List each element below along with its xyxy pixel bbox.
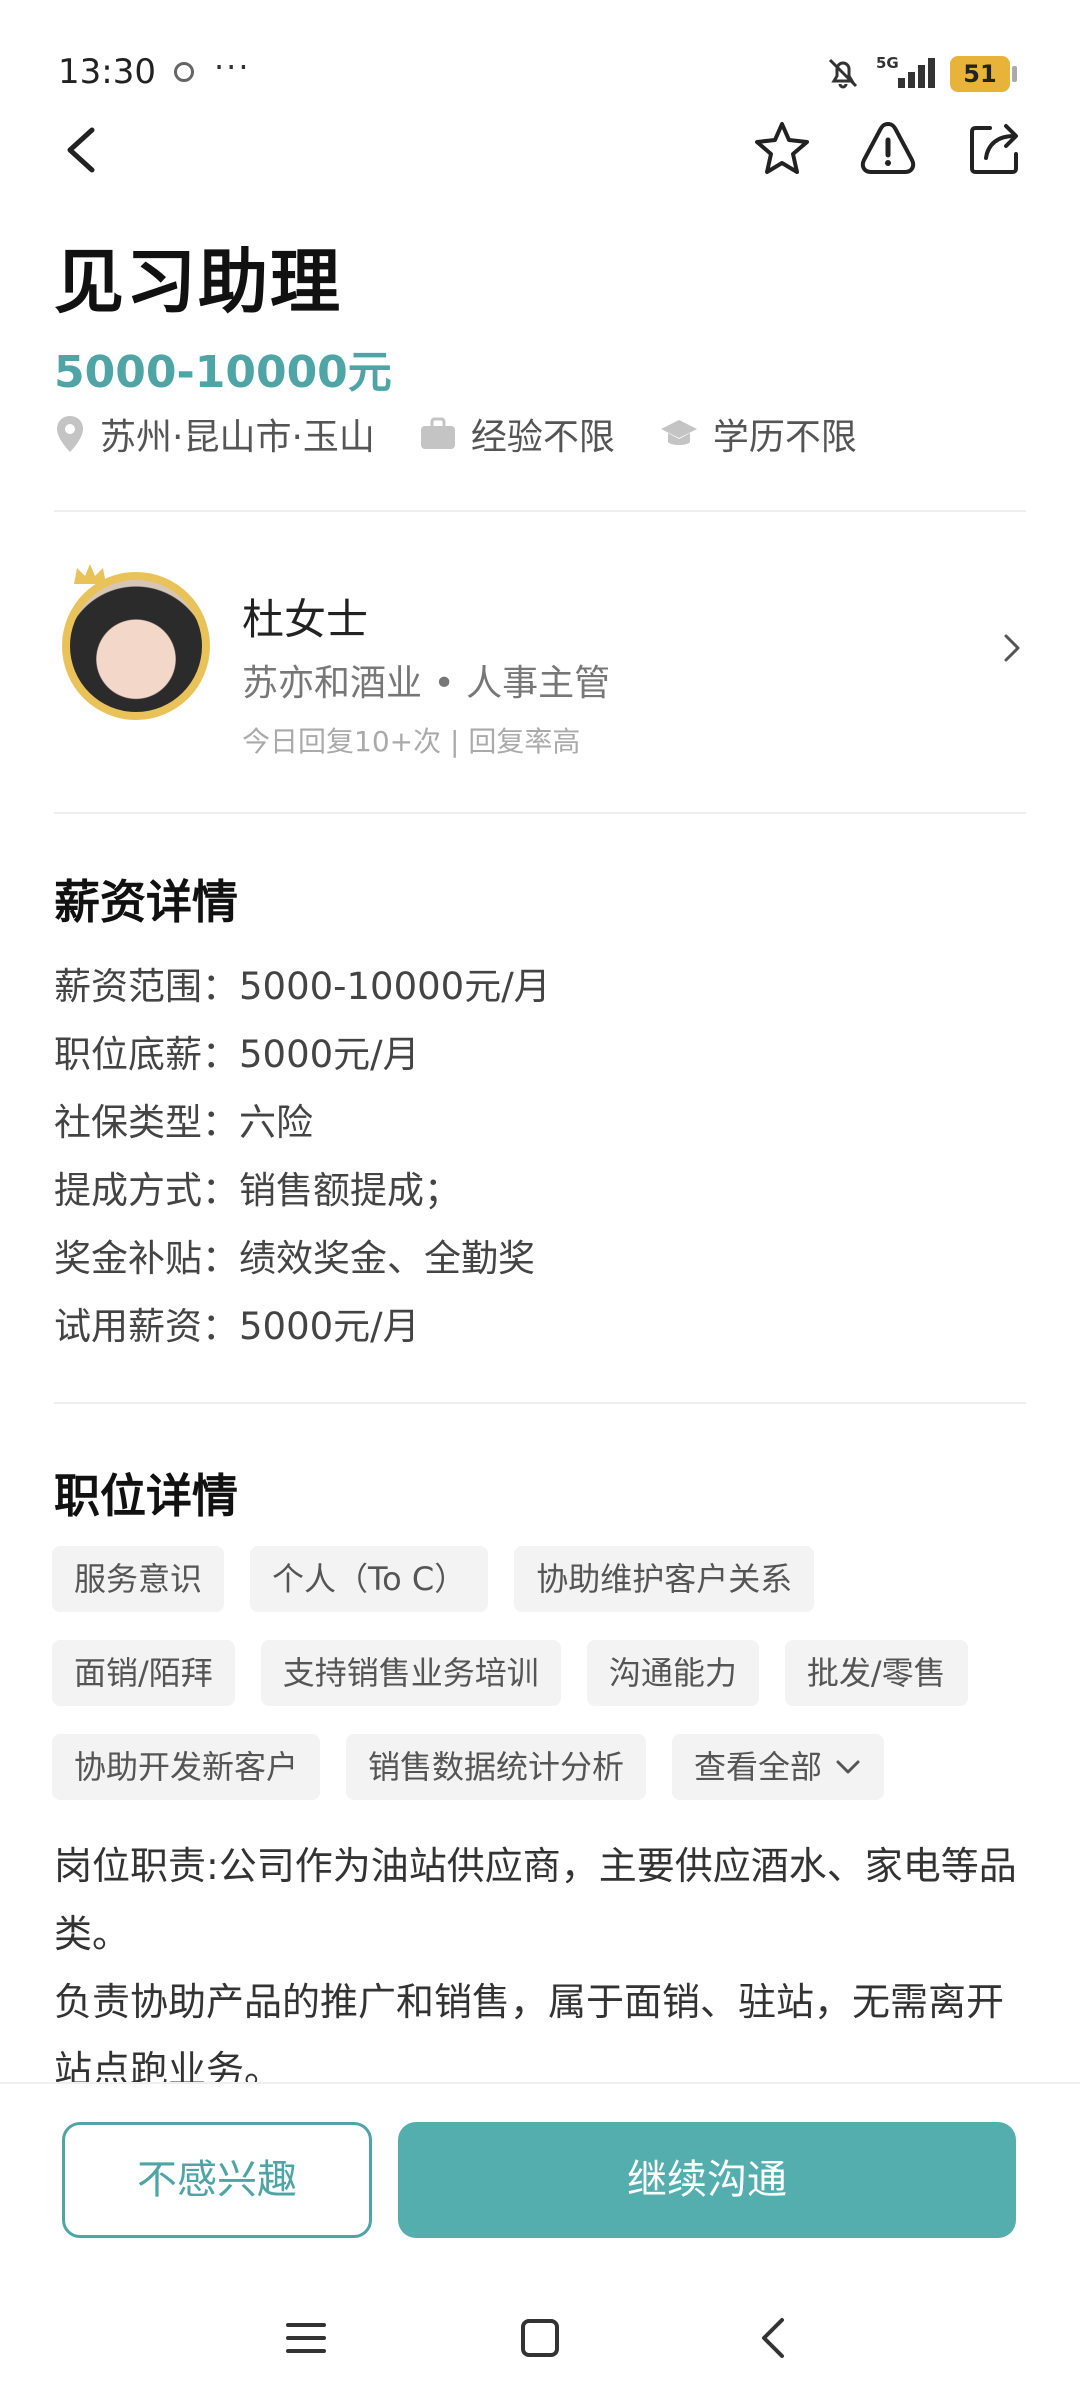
skill-tag: 面销/陌拜: [52, 1640, 235, 1706]
skill-tag: 销售数据统计分析: [346, 1734, 647, 1800]
avatar-frame[interactable]: [62, 572, 210, 720]
continue-chat-button[interactable]: 继续沟通: [398, 2122, 1016, 2238]
skill-tags: 服务意识 个人（To C） 协助维护客户关系 面销/陌拜 支持销售业务培训 沟通…: [52, 1546, 1032, 1828]
briefcase-icon: [420, 417, 455, 449]
salary-range: 5000-10000元: [54, 347, 392, 398]
share-icon[interactable]: [964, 112, 1024, 182]
skill-tag: 支持销售业务培训: [260, 1640, 561, 1706]
job-meta-row: 苏州·昆山市·玉山 经验不限 学历不限: [54, 408, 901, 460]
recruiter-activity: 今日回复10+次 | 回复率高: [242, 725, 581, 758]
location-pin-icon: [57, 416, 83, 452]
divider: [54, 1402, 1026, 1404]
not-interested-button[interactable]: 不感兴趣: [62, 2122, 372, 2238]
tag-row: 面销/陌拜 支持销售业务培训 沟通能力 批发/零售: [52, 1640, 1032, 1706]
salary-detail-line: 奖金补贴：绩效奖金、全勤奖: [54, 1237, 535, 1280]
skill-tag: 沟通能力: [586, 1640, 759, 1706]
tag-row: 服务意识 个人（To C） 协助维护客户关系: [52, 1546, 1032, 1612]
tag-row: 协助开发新客户 销售数据统计分析 查看全部: [52, 1734, 1032, 1800]
education-meta: 学历不限: [659, 408, 857, 460]
back-icon[interactable]: [56, 112, 112, 182]
salary-detail-line: 职位底薪：5000元/月: [54, 1033, 420, 1076]
recruiter-name: 杜女士: [242, 595, 369, 644]
salary-detail-line: 提成方式：销售额提成；: [54, 1169, 461, 1212]
location-meta: 苏州·昆山市·玉山: [54, 408, 375, 460]
job-title: 见习助理: [54, 241, 342, 323]
system-back-icon[interactable]: [756, 2316, 792, 2360]
notification-dot-icon: [174, 62, 194, 82]
chevron-right-icon[interactable]: [1000, 628, 1024, 668]
status-bar: 13:30 ··· 5G 51: [0, 0, 1080, 112]
divider: [54, 510, 1026, 512]
education-text: 学历不限: [712, 417, 857, 458]
salary-detail-line: 社保类型：六险: [54, 1101, 313, 1144]
status-more-icon: ···: [214, 48, 251, 86]
avatar: [70, 580, 202, 712]
view-all-tags-button[interactable]: 查看全部: [672, 1734, 885, 1800]
bell-off-icon: [828, 58, 858, 89]
description-paragraph: 岗位职责:公司作为油站供应商，主要供应酒水、家电等品类。: [54, 1844, 1017, 1956]
skill-tag: 服务意识: [52, 1546, 225, 1612]
signal-5g-icon: 5G: [876, 54, 935, 88]
recruiter-company-role: 苏亦和酒业 • 人事主管: [242, 663, 611, 704]
home-square-icon[interactable]: [520, 2318, 560, 2358]
location-text: 苏州·昆山市·玉山: [100, 417, 375, 458]
graduation-cap-icon: [660, 420, 697, 445]
status-time: 13:30: [58, 52, 156, 92]
battery-indicator: 51: [950, 56, 1010, 92]
skill-tag: 协助开发新客户: [52, 1734, 321, 1800]
chevron-down-icon: [836, 1760, 860, 1774]
job-description: 岗位职责:公司作为油站供应商，主要供应酒水、家电等品类。 负责协助产品的推广和销…: [54, 1832, 1034, 2104]
view-all-label: 查看全部: [694, 1748, 823, 1786]
star-icon[interactable]: [752, 112, 812, 182]
experience-meta: 经验不限: [419, 408, 615, 460]
salary-detail-line: 试用薪资：5000元/月: [54, 1305, 420, 1348]
warning-icon[interactable]: [858, 112, 918, 182]
menu-icon[interactable]: [286, 2320, 326, 2356]
salary-details-title: 薪资详情: [54, 875, 238, 929]
skill-tag: 批发/零售: [784, 1640, 968, 1706]
skill-tag: 协助维护客户关系: [514, 1546, 815, 1612]
crown-icon: [74, 564, 106, 584]
experience-text: 经验不限: [470, 417, 615, 458]
signal-label: 5G: [876, 54, 899, 72]
divider: [54, 812, 1026, 814]
skill-tag: 个人（To C）: [250, 1546, 489, 1612]
job-details-title: 职位详情: [54, 1469, 238, 1523]
battery-cap: [1012, 66, 1017, 82]
salary-detail-line: 薪资范围：5000-10000元/月: [54, 965, 551, 1008]
